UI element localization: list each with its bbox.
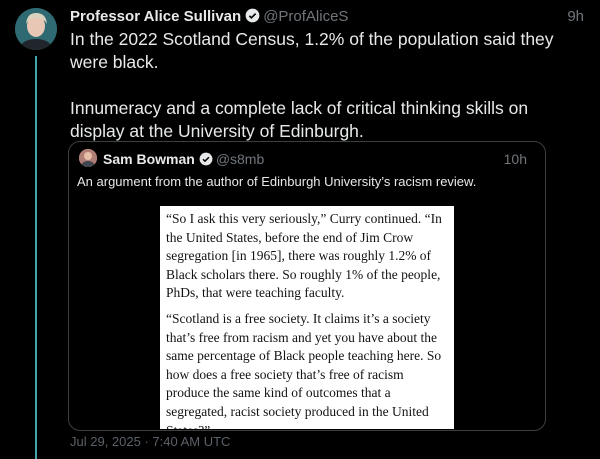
verified-badge-icon xyxy=(245,8,260,29)
tweet-text-paragraph: In the 2022 Scotland Census, 1.2% of the… xyxy=(70,29,554,72)
article-paragraph: “So I ask this very seriously,” Curry co… xyxy=(166,211,442,301)
thread-line xyxy=(35,56,37,459)
author-name[interactable]: Professor Alice Sullivan xyxy=(70,8,241,25)
quote-article-image[interactable]: “So I ask this very seriously,” Curry co… xyxy=(160,206,454,429)
article-paragraph: “Scotland is a free society. It claims i… xyxy=(166,310,442,429)
quote-text: An argument from the author of Edinburgh… xyxy=(77,174,477,189)
tweet-text: In the 2022 Scotland Census, 1.2% of the… xyxy=(70,28,560,143)
author-handle[interactable]: @ProfAliceS xyxy=(263,8,348,25)
author-avatar[interactable] xyxy=(15,8,57,50)
author-avatar-image xyxy=(15,8,57,50)
tweet-time[interactable]: 9h xyxy=(567,7,584,27)
tweet-timestamp[interactable]: Jul 29, 2025 · 7:40 AM UTC xyxy=(70,434,230,449)
tweet-header: Professor Alice Sullivan @ProfAliceS 9h xyxy=(70,7,590,27)
quote-author-avatar xyxy=(79,149,97,167)
verified-badge-icon xyxy=(199,151,213,171)
quote-time[interactable]: 10h xyxy=(504,149,527,169)
quote-author-name[interactable]: Sam Bowman xyxy=(103,151,195,167)
quote-header: Sam Bowman @s8mb 10h xyxy=(103,149,533,169)
tweet-text-paragraph: Innumeracy and a complete lack of critic… xyxy=(70,98,529,141)
quote-author-handle[interactable]: @s8mb xyxy=(216,151,264,167)
quoted-tweet[interactable]: Sam Bowman @s8mb 10h An argument from the… xyxy=(68,141,546,431)
